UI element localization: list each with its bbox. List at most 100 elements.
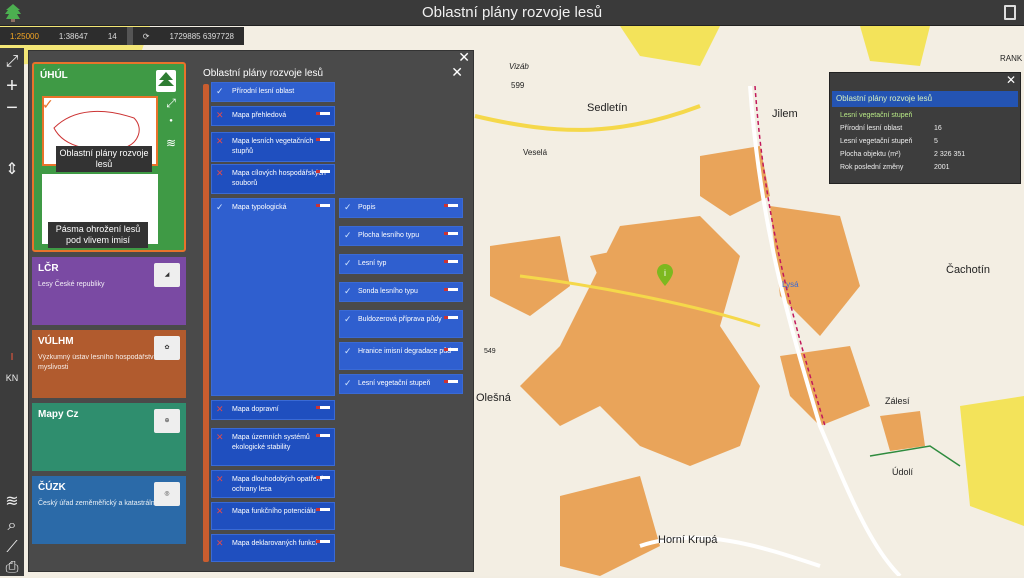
place-label: Horní Krupá	[658, 534, 718, 546]
layers-icon[interactable]: ≋	[2, 492, 22, 512]
place-label: Lysá	[782, 280, 799, 289]
cross-icon[interactable]: ✕	[216, 110, 224, 120]
info-row: Rok poslední změny 2001	[840, 164, 950, 171]
cross-icon[interactable]: ✕	[216, 136, 224, 146]
layer-item[interactable]: ✓ Přírodní lesní oblast	[211, 82, 335, 102]
category-lcr[interactable]: LČR Lesy České republiky ◢	[32, 257, 186, 325]
layer-item[interactable]: ✕ Mapa dopravní	[211, 400, 335, 420]
search-icon[interactable]: ⌕	[2, 516, 22, 536]
place-label: Jilem	[772, 108, 798, 120]
zoom-slider-handle[interactable]: ⇕	[2, 160, 22, 180]
zoom-in-button[interactable]: +	[2, 76, 22, 96]
thumb-oprl[interactable]: Oblastní plány rozvoje lesů	[42, 96, 158, 172]
cross-icon[interactable]: ✕	[216, 404, 224, 414]
expand-icon[interactable]: ⤢	[162, 96, 180, 114]
zoom-level: 14	[107, 31, 117, 41]
cross-icon[interactable]: ✕	[216, 432, 224, 442]
measure-icon[interactable]: ⟋	[2, 538, 22, 558]
place-label: Čachotín	[946, 264, 991, 276]
sublayer-item[interactable]: ✓ Buldozerová příprava půdy	[339, 310, 463, 338]
opacity-slider[interactable]	[444, 260, 458, 263]
layer-item[interactable]: ✕ Mapa dlouhodobých opatření ochrany lesa	[211, 470, 335, 498]
print-icon[interactable]	[1004, 5, 1016, 20]
opacity-slider[interactable]	[444, 348, 458, 351]
info-row: Lesní vegetační stupeň 5	[840, 138, 938, 145]
feature-info-panel: ✕ Oblastní plány rozvoje lesů Lesní vege…	[829, 72, 1021, 184]
sublayer-item[interactable]: ✓ Hranice imisní degradace půd	[339, 342, 463, 370]
category-cuzk[interactable]: ČÚZK Český úřad zeměměřický a katastráln…	[32, 476, 186, 544]
sublayer-item[interactable]: ✓ Lesní vegetační stupeň	[339, 374, 463, 394]
check-icon[interactable]: ✓	[344, 230, 352, 240]
zoom-out-button[interactable]: −	[2, 98, 22, 118]
sublayer-item[interactable]: ✓ Popis	[339, 198, 463, 218]
thumb-pasma[interactable]: Pásma ohrožení lesů pod vlivem imisí	[42, 174, 158, 248]
layer-list-panel: Oblastní plány rozvoje lesů ✕ ✓ Přírodní …	[197, 62, 469, 570]
opacity-slider[interactable]	[316, 406, 330, 409]
layer-item[interactable]: ✓ Mapa typologická	[211, 198, 335, 396]
opacity-icon[interactable]: ●	[162, 118, 180, 132]
layer-item[interactable]: ✕ Mapa lesních vegetačních stupňů	[211, 132, 335, 162]
layer-item[interactable]: ✕ Mapa územních systémů ekologické stabil…	[211, 428, 335, 466]
svg-text:i: i	[664, 268, 666, 278]
opacity-slider[interactable]	[316, 112, 330, 115]
cross-icon[interactable]: ✕	[216, 168, 224, 178]
refresh-icon[interactable]: ⟳	[133, 32, 160, 41]
window-title: Oblastní plány rozvoje lesů	[421, 4, 603, 21]
scale-main[interactable]: 1:25000	[0, 32, 49, 41]
opacity-slider[interactable]	[444, 232, 458, 235]
check-icon[interactable]: ✓	[344, 346, 352, 356]
check-icon[interactable]: ✓	[216, 202, 224, 212]
info-row: Plocha objektu (m²) 2 326 351	[840, 151, 966, 158]
category-mapy[interactable]: Mapy Cz ⊕	[32, 403, 186, 471]
opacity-slider[interactable]	[316, 434, 330, 437]
print-tool-icon[interactable]: ⎙	[2, 558, 22, 578]
opacity-slider[interactable]	[316, 138, 330, 141]
opacity-slider[interactable]	[444, 288, 458, 291]
scrollbar[interactable]	[203, 84, 209, 562]
layer-item[interactable]: ✕ Mapa přehledová	[211, 106, 335, 126]
check-icon[interactable]: ✓	[216, 86, 224, 96]
indicator-kn[interactable]: KN	[2, 368, 22, 388]
info-body: Lesní vegetační stupeň Přírodní lesní ob…	[832, 109, 1018, 174]
check-icon[interactable]: ✓	[344, 202, 352, 212]
cross-icon[interactable]: ✕	[216, 506, 224, 516]
layer-item[interactable]: ✕ Mapa deklarovaných funkcí	[211, 534, 335, 562]
sublayer-item[interactable]: ✓ Plocha lesního typu	[339, 226, 463, 246]
cross-icon[interactable]: ✕	[216, 474, 224, 484]
opacity-slider[interactable]	[316, 540, 330, 543]
check-icon[interactable]: ✓	[344, 314, 352, 324]
opacity-slider[interactable]	[444, 380, 458, 383]
opacity-slider[interactable]	[444, 204, 458, 207]
layer-panel-title: Oblastní plány rozvoje lesů	[203, 68, 324, 79]
layer-item[interactable]: ✕ Mapa cílových hospodářských souborů	[211, 164, 335, 194]
close-icon[interactable]: ✕	[451, 64, 463, 81]
coordinate-bar: 1:25000 1:38647 14 ⟳ 1729885 6397728	[0, 27, 244, 45]
category-vulhm[interactable]: VÚLHM Výzkumný ústav lesního hospodářstv…	[32, 330, 186, 398]
place-label: Zálesí	[885, 396, 910, 406]
uhul-logo-icon	[156, 70, 176, 92]
place-label: Olešná	[476, 392, 511, 404]
indicator-i[interactable]: I	[2, 348, 22, 368]
map-marker-icon[interactable]: i	[657, 264, 673, 286]
check-icon[interactable]: ✓	[344, 258, 352, 268]
layers-stack-icon[interactable]: ≋	[162, 136, 180, 154]
mapy-logo-icon: ⊕	[154, 409, 180, 433]
opacity-slider[interactable]	[316, 204, 330, 207]
fullscreen-icon[interactable]: ⤢	[2, 52, 22, 72]
place-label: Sedletín	[587, 102, 628, 114]
check-icon[interactable]: ✓	[344, 286, 352, 296]
opacity-slider[interactable]	[316, 508, 330, 511]
close-icon[interactable]: ✕	[1006, 73, 1016, 87]
thumb-label: Pásma ohrožení lesů pod vlivem imisí	[48, 222, 148, 248]
thumb-label: Oblastní plány rozvoje lesů	[56, 146, 152, 172]
opacity-slider[interactable]	[316, 170, 330, 173]
opacity-slider[interactable]	[316, 476, 330, 479]
cross-icon[interactable]: ✕	[216, 538, 224, 548]
opacity-slider[interactable]	[444, 316, 458, 319]
sublayer-item[interactable]: ✓ Lesní typ	[339, 254, 463, 274]
layer-item[interactable]: ✕ Mapa funkčního potenciálu	[211, 502, 335, 530]
check-icon[interactable]: ✓	[344, 378, 352, 388]
sublayer-item[interactable]: ✓ Sonda lesního typu	[339, 282, 463, 302]
cuzk-logo-icon: ◎	[154, 482, 180, 506]
category-uhul[interactable]: ÚHÚL Oblastní plány rozvoje lesů ✓ ⤢ ● ≋…	[32, 62, 186, 252]
